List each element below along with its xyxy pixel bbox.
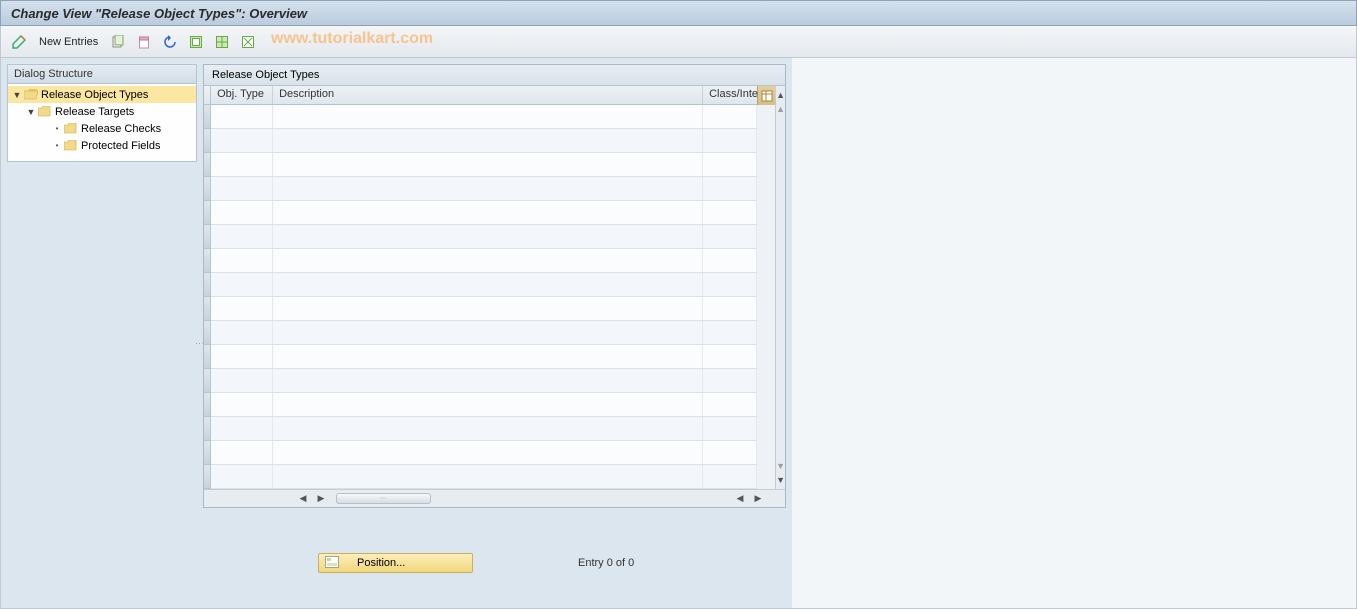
row-selector[interactable] bbox=[204, 441, 211, 465]
collapse-icon[interactable]: ▼ bbox=[12, 90, 22, 100]
tree-node-release-targets[interactable]: ▼ Release Targets bbox=[8, 103, 196, 120]
dialog-structure-tree: ▼ Release Object Types ▼ Release Targets… bbox=[8, 84, 196, 161]
row-selector[interactable] bbox=[204, 249, 211, 273]
table-row[interactable] bbox=[211, 105, 757, 129]
page-title: Change View "Release Object Types": Over… bbox=[11, 6, 307, 21]
row-selector[interactable] bbox=[204, 129, 211, 153]
panel-title: Release Object Types bbox=[204, 65, 785, 86]
title-bar: Change View "Release Object Types": Over… bbox=[0, 0, 1357, 26]
leaf-bullet-icon: • bbox=[52, 124, 62, 133]
leaf-bullet-icon: • bbox=[52, 141, 62, 150]
table-row[interactable] bbox=[211, 177, 757, 201]
copy-as-icon[interactable] bbox=[108, 32, 128, 52]
row-selector[interactable] bbox=[204, 345, 211, 369]
position-label: Position... bbox=[357, 557, 405, 569]
select-all-rows[interactable] bbox=[204, 86, 211, 105]
table-row[interactable] bbox=[211, 129, 757, 153]
entry-count: Entry 0 of 0 bbox=[578, 557, 634, 569]
new-entries-button[interactable]: New Entries bbox=[35, 34, 102, 50]
table-row[interactable] bbox=[211, 393, 757, 417]
vertical-scrollbar[interactable]: ▲ ▲ ▼ ▼ bbox=[775, 86, 785, 489]
scroll-up-icon[interactable]: ▲ bbox=[776, 88, 785, 102]
table-row[interactable] bbox=[211, 345, 757, 369]
watermark-text: www.tutorialkart.com bbox=[271, 30, 433, 48]
row-selector[interactable] bbox=[204, 297, 211, 321]
row-selector[interactable] bbox=[204, 321, 211, 345]
scroll-down-icon[interactable]: ▼ bbox=[776, 473, 785, 487]
row-selector[interactable] bbox=[204, 393, 211, 417]
row-selectors-column bbox=[204, 86, 211, 489]
table-control: Obj. Type Description Class/Inte bbox=[204, 86, 785, 489]
grid-body bbox=[211, 105, 757, 489]
tree-node-release-checks[interactable]: • Release Checks bbox=[8, 120, 196, 137]
row-selector[interactable] bbox=[204, 201, 211, 225]
dialog-structure-header: Dialog Structure bbox=[8, 65, 196, 84]
table-row[interactable] bbox=[211, 465, 757, 489]
select-block-icon[interactable] bbox=[212, 32, 232, 52]
scroll-up-icon[interactable]: ▲ bbox=[776, 102, 785, 116]
position-button[interactable]: Position... bbox=[318, 553, 473, 573]
scroll-left-icon[interactable]: ◀ bbox=[296, 492, 310, 506]
row-selector[interactable] bbox=[204, 273, 211, 297]
table-row[interactable] bbox=[211, 417, 757, 441]
deselect-all-icon[interactable] bbox=[238, 32, 258, 52]
content-area: Release Object Types bbox=[203, 58, 792, 608]
table-row[interactable] bbox=[211, 249, 757, 273]
blank-area bbox=[792, 58, 1356, 608]
horizontal-scrollbar[interactable]: ◀ ▶ ⋯ ◀ ▶ bbox=[204, 489, 785, 507]
tree-label: Release Checks bbox=[81, 123, 161, 135]
table-row[interactable] bbox=[211, 225, 757, 249]
row-selector[interactable] bbox=[204, 153, 211, 177]
table-row[interactable] bbox=[211, 201, 757, 225]
table-settings-icon[interactable] bbox=[757, 86, 775, 105]
row-selector[interactable] bbox=[204, 465, 211, 489]
folder-icon bbox=[38, 106, 52, 117]
toggle-change-icon[interactable] bbox=[9, 32, 29, 52]
column-class-interface[interactable]: Class/Inte bbox=[703, 86, 757, 104]
column-obj-type[interactable]: Obj. Type bbox=[211, 86, 273, 104]
position-icon bbox=[325, 556, 339, 571]
tree-node-protected-fields[interactable]: • Protected Fields bbox=[8, 137, 196, 154]
tree-node-release-object-types[interactable]: ▼ Release Object Types bbox=[8, 86, 196, 103]
dialog-structure-panel: Dialog Structure ▼ Release Object Types … bbox=[7, 64, 197, 162]
folder-open-icon bbox=[24, 89, 38, 100]
folder-icon bbox=[64, 123, 78, 134]
table-row[interactable] bbox=[211, 273, 757, 297]
row-selector[interactable] bbox=[204, 417, 211, 441]
row-selector[interactable] bbox=[204, 225, 211, 249]
row-selector[interactable] bbox=[204, 369, 211, 393]
scroll-thumb[interactable]: ⋯ bbox=[336, 493, 431, 504]
table-row[interactable] bbox=[211, 441, 757, 465]
column-description[interactable]: Description bbox=[273, 86, 703, 104]
application-toolbar: New Entries www.tutorialkart.com bbox=[0, 26, 1357, 58]
footer-row: Position... Entry 0 of 0 bbox=[318, 553, 786, 573]
undo-change-icon[interactable] bbox=[160, 32, 180, 52]
scroll-right-end-icon[interactable]: ▶ bbox=[751, 492, 765, 506]
main-area: Dialog Structure ▼ Release Object Types … bbox=[0, 58, 1357, 609]
tree-label: Protected Fields bbox=[81, 140, 160, 152]
table-row[interactable] bbox=[211, 153, 757, 177]
grid-header: Obj. Type Description Class/Inte bbox=[211, 86, 757, 105]
table-row[interactable] bbox=[211, 321, 757, 345]
scroll-left-end-icon[interactable]: ◀ bbox=[733, 492, 747, 506]
scroll-down-icon[interactable]: ▼ bbox=[776, 459, 785, 473]
collapse-icon[interactable]: ▼ bbox=[26, 107, 36, 117]
select-all-icon[interactable] bbox=[186, 32, 206, 52]
delete-icon[interactable] bbox=[134, 32, 154, 52]
tree-label: Release Targets bbox=[55, 106, 134, 118]
table-row[interactable] bbox=[211, 297, 757, 321]
scroll-right-icon[interactable]: ▶ bbox=[314, 492, 328, 506]
table-row[interactable] bbox=[211, 369, 757, 393]
row-selector[interactable] bbox=[204, 177, 211, 201]
tree-label: Release Object Types bbox=[41, 89, 148, 101]
folder-icon bbox=[64, 140, 78, 151]
release-object-types-panel: Release Object Types bbox=[203, 64, 786, 508]
grid: Obj. Type Description Class/Inte bbox=[211, 86, 757, 489]
row-selector[interactable] bbox=[204, 105, 211, 129]
